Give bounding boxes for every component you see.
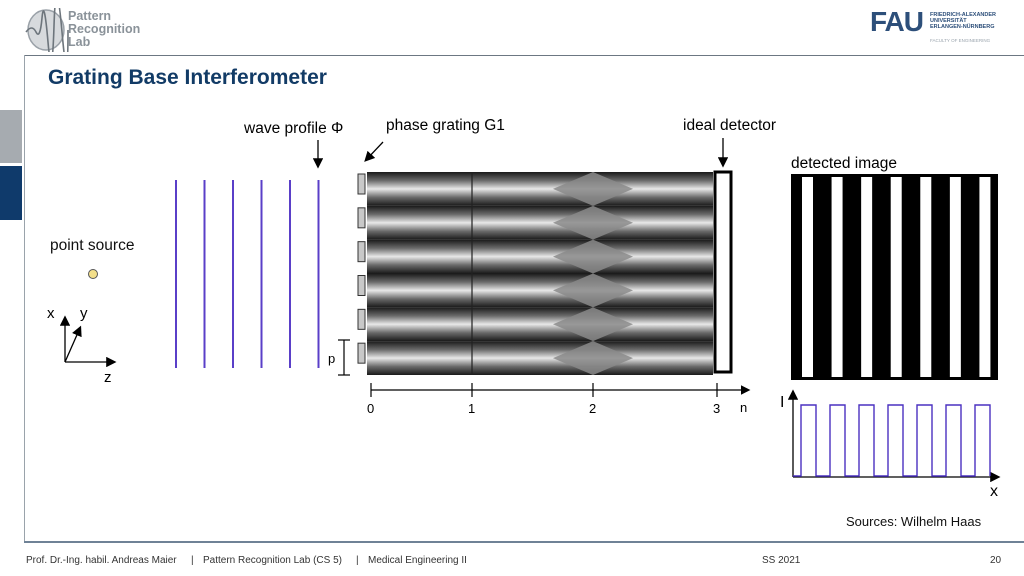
- grating-element: [357, 241, 366, 263]
- detected-stripe: [979, 177, 991, 377]
- detected-image-label: detected image: [791, 155, 897, 172]
- carpet-band: [367, 341, 713, 375]
- propagation-axis-label: n: [740, 400, 747, 415]
- grating-element: [357, 173, 366, 195]
- footer-divider: [24, 541, 1024, 543]
- footer-author: Prof. Dr.-Ing. habil. Andreas Maier: [26, 555, 177, 566]
- axis-tick-label: 2: [589, 401, 596, 416]
- footer-separator: |: [356, 555, 359, 566]
- carpet-band: [367, 273, 713, 308]
- source-note: Sources: Wilhelm Haas: [846, 514, 982, 529]
- point-source-label: point source: [50, 237, 134, 254]
- phase-grating-label: phase grating G1: [386, 117, 505, 134]
- detected-stripe: [831, 177, 843, 377]
- footer-lab: Pattern Recognition Lab (CS 5): [203, 555, 342, 566]
- intensity-profile: [793, 404, 991, 477]
- detected-stripe: [949, 177, 961, 377]
- detected-stripe: [920, 177, 932, 377]
- carpet-band: [367, 172, 713, 206]
- point-source-icon: [88, 269, 98, 279]
- axis-z-label: z: [104, 369, 112, 386]
- grating-element: [357, 207, 366, 229]
- axis-tick-label: 0: [367, 401, 374, 416]
- interferometer-diagram: point source x y z wave profile Φ phase …: [47, 117, 1001, 500]
- carpet-band: [367, 205, 713, 240]
- intensity-axis-label: I: [780, 394, 784, 411]
- carpet-band: [367, 239, 713, 274]
- period-marker: [338, 339, 350, 376]
- period-label: p: [328, 351, 335, 366]
- ideal-detector: [713, 170, 733, 374]
- propagation-axis-ticks: 0 1 2 3: [367, 383, 720, 416]
- detected-stripe: [890, 177, 902, 377]
- phase-grating-arrow-icon: [364, 141, 384, 162]
- wavefronts: [175, 180, 320, 368]
- detected-stripe: [802, 177, 813, 377]
- grating-element: [357, 275, 366, 296]
- axis-tick-label: 1: [468, 401, 475, 416]
- footer-course: Medical Engineering II: [368, 555, 467, 566]
- footer-separator: |: [191, 555, 194, 566]
- talbot-carpet: [367, 172, 713, 375]
- axis-y-label: y: [80, 305, 88, 322]
- coordinate-axes-icon: [59, 315, 117, 368]
- position-axis-label: x: [990, 483, 998, 500]
- grating-element: [357, 342, 366, 364]
- carpet-band: [367, 307, 713, 342]
- axis-x-label: x: [47, 305, 55, 322]
- footer-page-number: 20: [990, 555, 1002, 566]
- grating-element: [357, 308, 366, 330]
- ideal-detector-label: ideal detector: [683, 117, 776, 134]
- detected-stripe: [861, 177, 873, 377]
- axis-tick-label: 3: [713, 401, 720, 416]
- wave-profile-label: wave profile Φ: [243, 120, 343, 137]
- phase-grating: [357, 173, 366, 364]
- footer-semester: SS 2021: [762, 555, 801, 566]
